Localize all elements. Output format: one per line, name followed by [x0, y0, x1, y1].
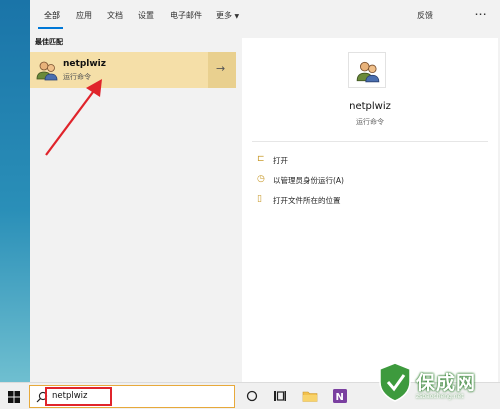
windows-start-icon[interactable] — [8, 391, 20, 403]
onenote-icon[interactable]: N — [332, 388, 348, 404]
desktop-background — [0, 0, 30, 382]
task-view-icon[interactable] — [272, 388, 288, 404]
watermark-url: zsbaocheng.net — [416, 393, 464, 400]
annotation-arrow — [45, 79, 102, 156]
watermark-brand: 保成网 — [416, 372, 477, 394]
file-explorer-icon[interactable] — [302, 388, 318, 404]
annotation-highlight-box — [45, 387, 112, 406]
watermark: 保成网 zsbaocheng.net — [370, 360, 500, 409]
svg-text:N: N — [336, 392, 344, 403]
search-panel: 全部 应用 文档 设置 电子邮件 更多 ▼ 反馈 ··· 最佳匹配 netplw… — [30, 0, 500, 382]
cortana-icon[interactable] — [244, 388, 260, 404]
shield-logo-icon — [379, 362, 411, 402]
taskbar-search-box[interactable]: netplwiz — [29, 385, 235, 408]
